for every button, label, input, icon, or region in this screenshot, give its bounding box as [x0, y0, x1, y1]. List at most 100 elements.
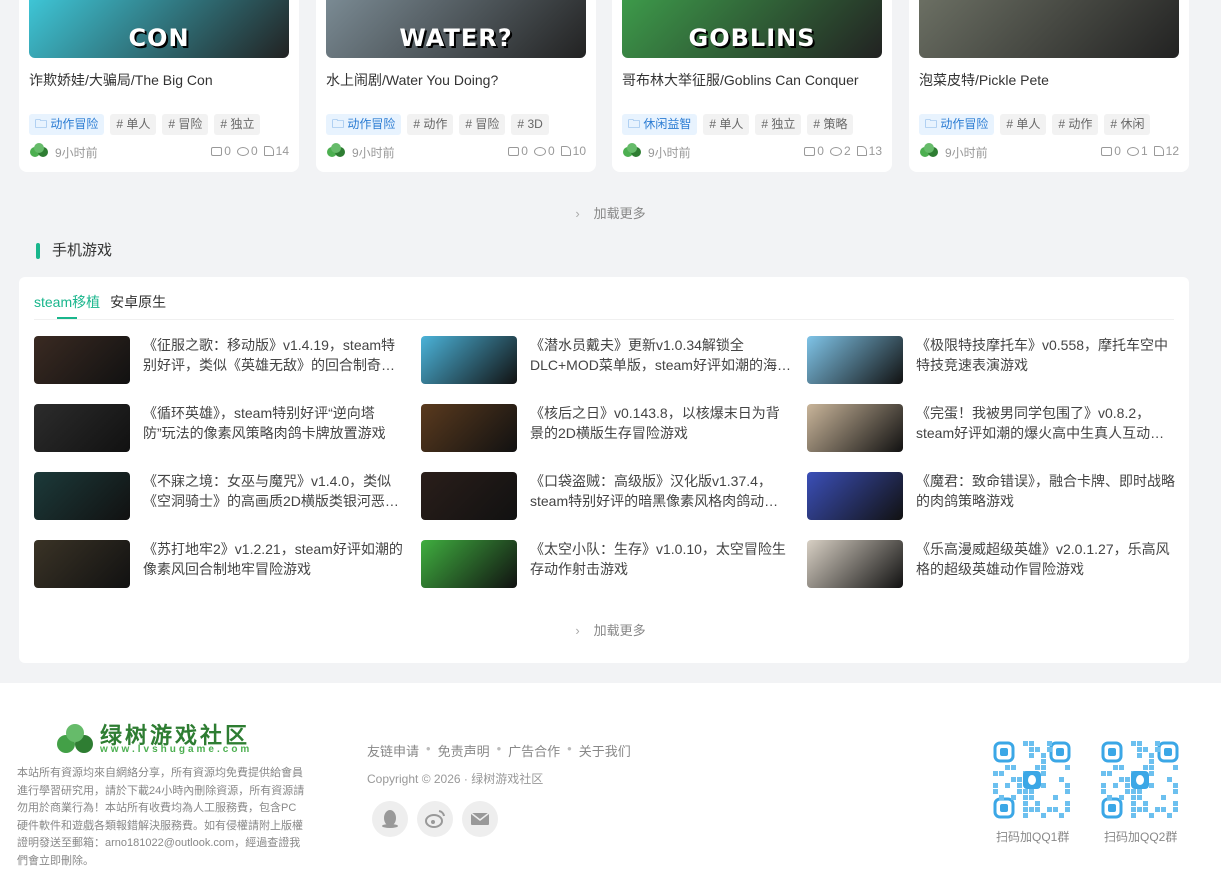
- tag[interactable]: # 休闲: [1104, 114, 1151, 135]
- game-link[interactable]: 《核后之日》v0.143.8，以核爆末日为背景的2D横版生存冒险游戏: [530, 403, 792, 443]
- like-value: 12: [1165, 144, 1179, 158]
- game-title[interactable]: 诈欺娇娃/大骗局/The Big Con: [29, 70, 213, 90]
- game-list-item[interactable]: 《魔君：致命错误》，融合卡牌、即时战略的肉鸽策略游戏: [807, 472, 1182, 522]
- game-link[interactable]: 《征服之歌：移动版》v1.4.19，steam特别好评，类似《英雄无敌》的回合制…: [143, 335, 405, 375]
- game-thumbnail[interactable]: [421, 336, 517, 384]
- avatar[interactable]: [919, 142, 939, 160]
- game-list-item[interactable]: 《口袋盗贼：高级版》汉化版v1.37.4，steam特别好评的暗黑像素风格肉鸽动…: [421, 472, 796, 522]
- avatar[interactable]: [622, 142, 642, 160]
- game-card[interactable]: 泡菜皮特/Pickle Pete 🗀 动作冒险 # 单人 # 动作 # 休闲 9…: [909, 0, 1189, 172]
- game-thumbnail[interactable]: [421, 472, 517, 520]
- game-list-item[interactable]: 《核后之日》v0.143.8，以核爆末日为背景的2D横版生存冒险游戏: [421, 404, 796, 454]
- game-thumbnail[interactable]: CON: [29, 0, 289, 58]
- game-link[interactable]: 《口袋盗贼：高级版》汉化版v1.37.4，steam特别好评的暗黑像素风格肉鸽动…: [530, 471, 792, 511]
- thumbs-up-icon: [1153, 146, 1164, 156]
- tag-label: 独立: [230, 117, 255, 131]
- game-list-item[interactable]: 《极限特技摩托车》v0.558，摩托车空中特技竞速表演游戏: [807, 336, 1182, 386]
- eye-icon: [1126, 146, 1139, 156]
- weibo-button[interactable]: [417, 801, 453, 837]
- game-thumbnail[interactable]: [34, 404, 130, 452]
- game-thumbnail[interactable]: [807, 336, 903, 384]
- footer-link-ads[interactable]: 广告合作: [508, 741, 560, 760]
- view-value: 2: [843, 144, 851, 158]
- footer-link-disclaimer[interactable]: 免责声明: [438, 741, 490, 760]
- game-thumbnail[interactable]: [34, 336, 130, 384]
- game-title[interactable]: 哥布林大举征服/Goblins Can Conquer: [622, 70, 859, 90]
- game-link[interactable]: 《循环英雄》，steam特别好评“逆向塔防”玩法的像素风策略肉鸽卡牌放置游戏: [143, 403, 405, 443]
- avatar[interactable]: [29, 142, 49, 160]
- tag-label: 单人: [126, 117, 151, 131]
- disclaimer-text: 本站所有資源均來自網絡分享，所有資源均免費提供給會員進行學習研究用，請於下載24…: [17, 767, 305, 867]
- like-count[interactable]: 10: [560, 144, 586, 158]
- like-count[interactable]: 12: [1153, 144, 1179, 158]
- card-meta: 9小时前 0 1 12: [919, 142, 1179, 160]
- game-list-item[interactable]: 《征服之歌：移动版》v1.4.19，steam特别好评，类似《英雄无敌》的回合制…: [34, 336, 409, 386]
- footer-link-friend[interactable]: 友链申请: [367, 741, 419, 760]
- tag[interactable]: # 独立: [214, 114, 261, 135]
- game-list-item[interactable]: 《太空小队：生存》v1.0.10，太空冒险生存动作射击游戏: [421, 540, 796, 590]
- category-tag[interactable]: 🗀 休闲益智: [622, 114, 698, 135]
- qq-button[interactable]: [372, 801, 408, 837]
- game-thumbnail[interactable]: [919, 0, 1179, 58]
- tag[interactable]: # 冒险: [459, 114, 506, 135]
- game-link[interactable]: 《苏打地牢2》v1.2.21，steam好评如潮的像素风回合制地牢冒险游戏: [143, 539, 405, 579]
- tag[interactable]: # 单人: [1000, 114, 1047, 135]
- tag[interactable]: # 单人: [110, 114, 157, 135]
- game-card[interactable]: WATER? 水上闹剧/Water You Doing? 🗀 动作冒险 # 动作…: [316, 0, 596, 172]
- game-card[interactable]: CON 诈欺娇娃/大骗局/The Big Con 🗀 动作冒险 # 单人 # 冒…: [19, 0, 299, 172]
- tag[interactable]: # 3D: [511, 114, 549, 135]
- game-link[interactable]: 《不寐之境：女巫与魔咒》v1.4.0，类似《空洞骑士》的高画质2D横版类银河恶魔…: [143, 471, 405, 511]
- game-list-item[interactable]: 《循环英雄》，steam特别好评“逆向塔防”玩法的像素风策略肉鸽卡牌放置游戏: [34, 404, 409, 454]
- game-thumbnail[interactable]: WATER?: [326, 0, 586, 58]
- tab-steam-port[interactable]: steam移植: [34, 292, 100, 319]
- tag-label: 单人: [719, 117, 744, 131]
- tag-label: 3D: [527, 117, 543, 131]
- game-list-item[interactable]: 《乐高漫威超级英雄》v2.0.1.27，乐高风格的超级英雄动作冒险游戏: [807, 540, 1182, 590]
- game-thumbnail[interactable]: [807, 540, 903, 588]
- tag-list: 🗀 动作冒险 # 单人 # 动作 # 休闲: [919, 114, 1151, 135]
- tag[interactable]: # 动作: [1052, 114, 1099, 135]
- post-time: 9小时前: [55, 146, 98, 160]
- game-list-item[interactable]: 《苏打地牢2》v1.2.21，steam好评如潮的像素风回合制地牢冒险游戏: [34, 540, 409, 590]
- load-more-button[interactable]: › 加载更多: [0, 620, 1221, 639]
- game-thumbnail[interactable]: GOBLINS: [622, 0, 882, 58]
- game-link[interactable]: 《完蛋！我被男同学包围了》v0.8.2，steam好评如潮的爆火高中生真人互动恋…: [916, 403, 1178, 443]
- tag[interactable]: # 冒险: [162, 114, 209, 135]
- game-thumbnail[interactable]: [807, 404, 903, 452]
- game-link[interactable]: 《太空小队：生存》v1.0.10，太空冒险生存动作射击游戏: [530, 539, 792, 579]
- qr-label-2: 扫码加QQ2群: [1104, 830, 1178, 844]
- tag[interactable]: # 单人: [703, 114, 750, 135]
- game-thumbnail[interactable]: [421, 540, 517, 588]
- game-thumbnail[interactable]: [34, 472, 130, 520]
- tag[interactable]: # 独立: [755, 114, 802, 135]
- email-button[interactable]: [462, 801, 498, 837]
- like-value: 13: [868, 144, 882, 158]
- game-list-item[interactable]: 《潜水员戴夫》更新v1.0.34解锁全DLC+MOD菜单版，steam好评如潮的…: [421, 336, 796, 386]
- mail-icon: [470, 812, 490, 825]
- like-count[interactable]: 14: [263, 144, 289, 158]
- category-tag[interactable]: 🗀 动作冒险: [29, 114, 105, 135]
- tag[interactable]: # 动作: [407, 114, 454, 135]
- game-link[interactable]: 《乐高漫威超级英雄》v2.0.1.27，乐高风格的超级英雄动作冒险游戏: [916, 539, 1178, 579]
- game-thumbnail[interactable]: [421, 404, 517, 452]
- tag-label: 冒险: [475, 117, 500, 131]
- game-title[interactable]: 水上闹剧/Water You Doing?: [326, 70, 498, 90]
- load-more-button[interactable]: › 加载更多: [0, 203, 1221, 222]
- category-tag[interactable]: 🗀 动作冒险: [919, 114, 995, 135]
- game-title[interactable]: 泡菜皮特/Pickle Pete: [919, 70, 1049, 90]
- game-list-item[interactable]: 《完蛋！我被男同学包围了》v0.8.2，steam好评如潮的爆火高中生真人互动恋…: [807, 404, 1182, 454]
- avatar[interactable]: [326, 142, 346, 160]
- like-count[interactable]: 13: [856, 144, 882, 158]
- game-thumbnail[interactable]: [807, 472, 903, 520]
- game-link[interactable]: 《魔君：致命错误》，融合卡牌、即时战略的肉鸽策略游戏: [916, 471, 1178, 511]
- game-link[interactable]: 《潜水员戴夫》更新v1.0.34解锁全DLC+MOD菜单版，steam好评如潮的…: [530, 335, 792, 375]
- game-card[interactable]: GOBLINS 哥布林大举征服/Goblins Can Conquer 🗀 休闲…: [612, 0, 892, 172]
- tab-android-native[interactable]: 安卓原生: [110, 292, 166, 312]
- game-thumbnail[interactable]: [34, 540, 130, 588]
- separator: •: [426, 741, 431, 756]
- game-link[interactable]: 《极限特技摩托车》v0.558，摩托车空中特技竞速表演游戏: [916, 335, 1178, 375]
- game-list-item[interactable]: 《不寐之境：女巫与魔咒》v1.4.0，类似《空洞骑士》的高画质2D横版类银河恶魔…: [34, 472, 409, 522]
- category-tag[interactable]: 🗀 动作冒险: [326, 114, 402, 135]
- footer-link-about[interactable]: 关于我们: [579, 741, 631, 760]
- tag[interactable]: # 策略: [807, 114, 854, 135]
